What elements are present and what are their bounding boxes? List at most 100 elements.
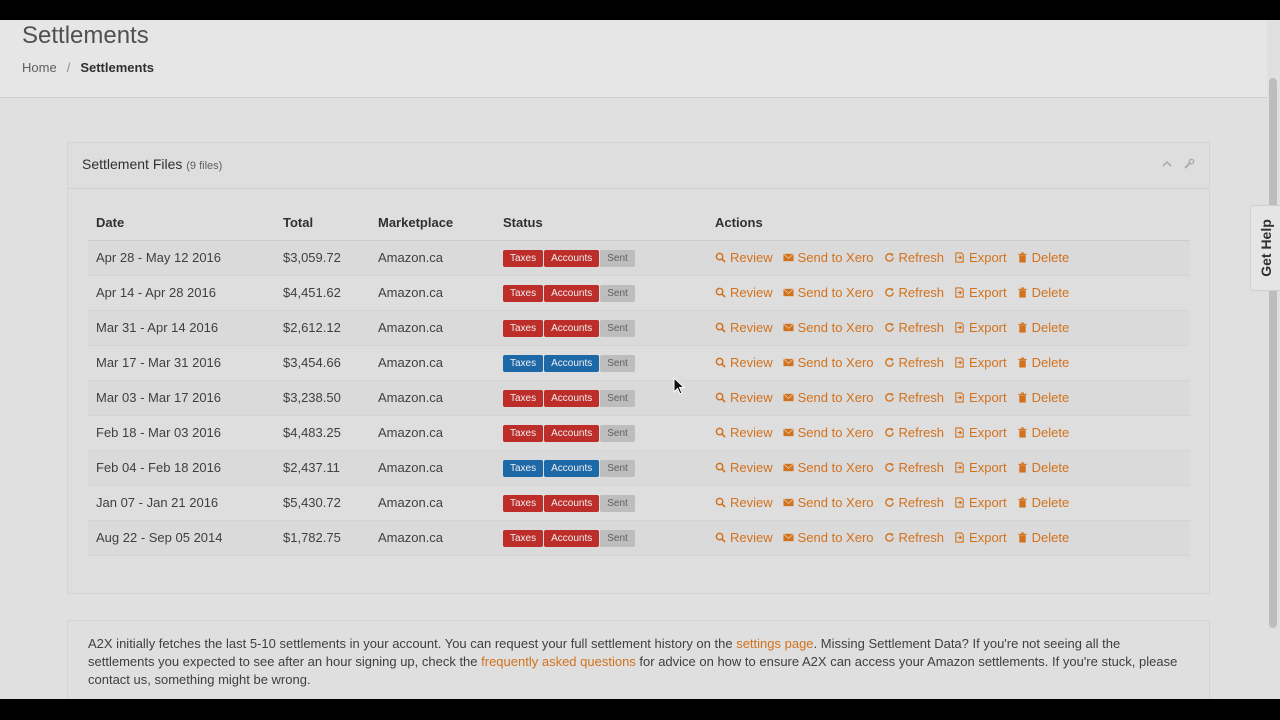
refresh-action[interactable]: Refresh [884, 355, 945, 370]
send-action[interactable]: Send to Xero [782, 530, 874, 545]
cell-actions: Review Send to Xero Refresh Export Delete [707, 380, 1190, 416]
settings-page-link[interactable]: settings page [736, 636, 813, 651]
delete-action[interactable]: Delete [1017, 495, 1069, 510]
cell-actions: Review Send to Xero Refresh Export Delete [707, 240, 1190, 276]
settlement-notice: A2X initially fetches the last 5-10 sett… [67, 620, 1210, 699]
refresh-label: Refresh [898, 355, 945, 370]
export-action[interactable]: Export [954, 390, 1007, 405]
cell-total: $2,437.11 [275, 450, 370, 486]
review-label: Review [730, 495, 773, 510]
cell-total: $1,782.75 [275, 520, 370, 556]
review-label: Review [730, 460, 773, 475]
wrench-icon[interactable] [1183, 158, 1195, 173]
cell-actions: Review Send to Xero Refresh Export Delete [707, 520, 1190, 556]
refresh-action[interactable]: Refresh [884, 425, 945, 440]
delete-label: Delete [1031, 250, 1070, 265]
row-actions: Review Send to Xero Refresh Export Delete [715, 530, 1190, 545]
export-action[interactable]: Export [954, 425, 1007, 440]
row-actions: Review Send to Xero Refresh Export Delete [715, 285, 1190, 300]
review-action[interactable]: Review [715, 460, 773, 475]
cell-status: Taxes Accounts Sent [495, 275, 707, 311]
delete-action[interactable]: Delete [1017, 250, 1070, 265]
table-row: Feb 04 - Feb 18 2016 $2,437.11 Amazon.ca Ta… [88, 450, 1190, 486]
send-action[interactable]: Send to Xero [782, 425, 874, 440]
send-action[interactable]: Send to Xero [782, 285, 874, 300]
export-label: Export [969, 320, 1007, 335]
cell-actions: Review Send to Xero Refresh Export Delete [707, 345, 1190, 381]
refresh-action[interactable]: Refresh [884, 390, 944, 405]
status-badge-sent: Sent [600, 319, 635, 337]
export-action[interactable]: Export [954, 285, 1007, 300]
export-action[interactable]: Export [954, 530, 1007, 545]
delete-action[interactable]: Delete [1017, 320, 1069, 335]
cell-date: Mar 17 - Mar 31 2016 [88, 345, 275, 381]
trash-icon [1017, 497, 1028, 508]
delete-action[interactable]: Delete [1017, 530, 1069, 545]
cell-date: Mar 03 - Mar 17 2016 [88, 380, 275, 416]
refresh-action[interactable]: Refresh [884, 320, 944, 335]
mouse-cursor-icon [673, 377, 685, 395]
refresh-action[interactable]: Refresh [884, 285, 944, 300]
refresh-action[interactable]: Refresh [884, 530, 944, 545]
cell-marketplace: Amazon.ca [370, 415, 495, 451]
table-row: Apr 14 - Apr 28 2016 $4,451.62 Amazon.ca Ta… [88, 275, 1190, 311]
refresh-icon [884, 287, 895, 298]
refresh-label: Refresh [898, 425, 945, 440]
send-action[interactable]: Send to Xero [782, 250, 874, 265]
status-badge-accounts: Accounts [544, 389, 600, 407]
chevron-up-icon[interactable] [1161, 158, 1173, 173]
send-action[interactable]: Send to Xero [782, 355, 874, 370]
send-action[interactable]: Send to Xero [782, 390, 874, 405]
delete-action[interactable]: Delete [1017, 425, 1069, 440]
panel-title: Settlement Files (9 files) [82, 156, 222, 172]
review-action[interactable]: Review [715, 530, 773, 545]
cell-marketplace: Amazon.ca [370, 275, 495, 311]
search-icon [715, 392, 726, 403]
status-badge-sent: Sent [600, 284, 635, 302]
status-badge-sent: Sent [600, 354, 635, 372]
status-badge-accounts: Accounts [544, 424, 600, 442]
page-scrollbar[interactable] [1269, 78, 1277, 628]
export-action[interactable]: Export [954, 495, 1007, 510]
review-action[interactable]: Review [715, 250, 773, 265]
refresh-action[interactable]: Refresh [884, 250, 944, 265]
cell-total: $3,238.50 [275, 380, 370, 416]
trash-icon [1017, 252, 1028, 263]
delete-action[interactable]: Delete [1017, 285, 1069, 300]
review-label: Review [730, 425, 773, 440]
refresh-action[interactable]: Refresh [884, 460, 944, 475]
get-help-tab[interactable]: Get Help [1250, 205, 1280, 291]
refresh-icon [884, 392, 895, 403]
breadcrumb-separator: / [66, 60, 71, 75]
delete-action[interactable]: Delete [1017, 460, 1069, 475]
cell-actions: Review Send to Xero Refresh Export Delete [707, 275, 1190, 311]
status-badge-accounts: Accounts [544, 319, 600, 337]
status-badge-taxes: Taxes [503, 389, 544, 407]
send-action[interactable]: Send to Xero [782, 460, 874, 475]
delete-action[interactable]: Delete [1017, 355, 1069, 370]
review-action[interactable]: Review [715, 495, 773, 510]
page-header: Settlements Home / Settlements [0, 20, 1267, 98]
breadcrumb-home[interactable]: Home [22, 60, 57, 75]
export-action[interactable]: Export [954, 320, 1007, 335]
get-help-label: Get Help [1257, 219, 1274, 277]
faq-link[interactable]: frequently asked questions [481, 654, 636, 669]
delete-action[interactable]: Delete [1017, 390, 1069, 405]
send-action[interactable]: Send to Xero [782, 495, 874, 510]
cell-actions: Review Send to Xero Refresh Export Delete [707, 310, 1190, 346]
review-action[interactable]: Review [715, 285, 773, 300]
cell-status: Taxes Accounts Sent [495, 485, 707, 521]
review-action[interactable]: Review [715, 355, 773, 370]
export-file-icon [954, 357, 965, 368]
refresh-icon [884, 357, 895, 368]
send-action[interactable]: Send to Xero [782, 320, 874, 335]
review-action[interactable]: Review [715, 320, 773, 335]
review-action[interactable]: Review [715, 390, 773, 405]
export-action[interactable]: Export [954, 355, 1007, 370]
review-label: Review [730, 250, 773, 265]
review-action[interactable]: Review [715, 425, 773, 440]
export-action[interactable]: Export [954, 460, 1007, 475]
status-badge-accounts: Accounts [544, 284, 600, 302]
export-action[interactable]: Export [954, 250, 1007, 265]
refresh-action[interactable]: Refresh [884, 495, 944, 510]
